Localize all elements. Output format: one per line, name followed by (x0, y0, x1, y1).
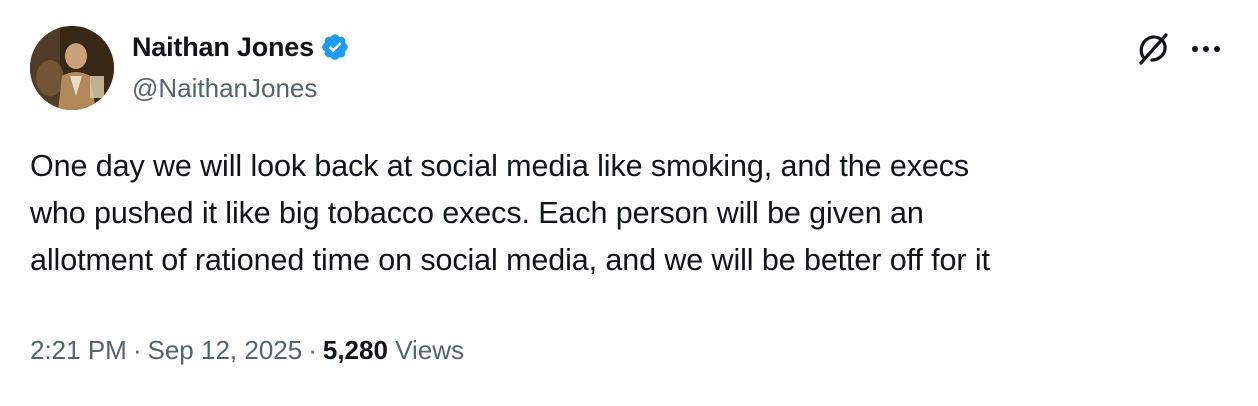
views-label: Views (395, 335, 465, 365)
meta-separator: · (308, 335, 317, 365)
tweet-text-line: who pushed it like big tobacco execs. Ea… (30, 196, 924, 230)
tweet-text-line: One day we will look back at social medi… (30, 149, 970, 183)
author-handle[interactable]: @NaithanJones (132, 72, 317, 104)
tweet-text-line: allotment of rationed time on social med… (30, 243, 990, 277)
views-count: 5,280 (322, 335, 388, 365)
tweet-text: One day we will look back at social medi… (30, 143, 1240, 284)
verified-badge-icon[interactable] (320, 32, 350, 62)
grok-icon[interactable] (1136, 32, 1170, 66)
meta-separator: · (132, 335, 142, 365)
name-row: Naithan Jones (132, 29, 350, 65)
tweet-meta: 2:21 PM · Sep 12, 2025 · 5,280 Views (30, 333, 464, 367)
more-options-icon[interactable] (1192, 44, 1222, 54)
tweet-date[interactable]: Sep 12, 2025 (148, 335, 303, 365)
tweet-card: Naithan Jones @NaithanJones One day we w… (0, 0, 1258, 406)
tweet-time[interactable]: 2:21 PM (30, 335, 127, 365)
author-display-name[interactable]: Naithan Jones (132, 30, 314, 64)
avatar[interactable] (30, 26, 114, 110)
